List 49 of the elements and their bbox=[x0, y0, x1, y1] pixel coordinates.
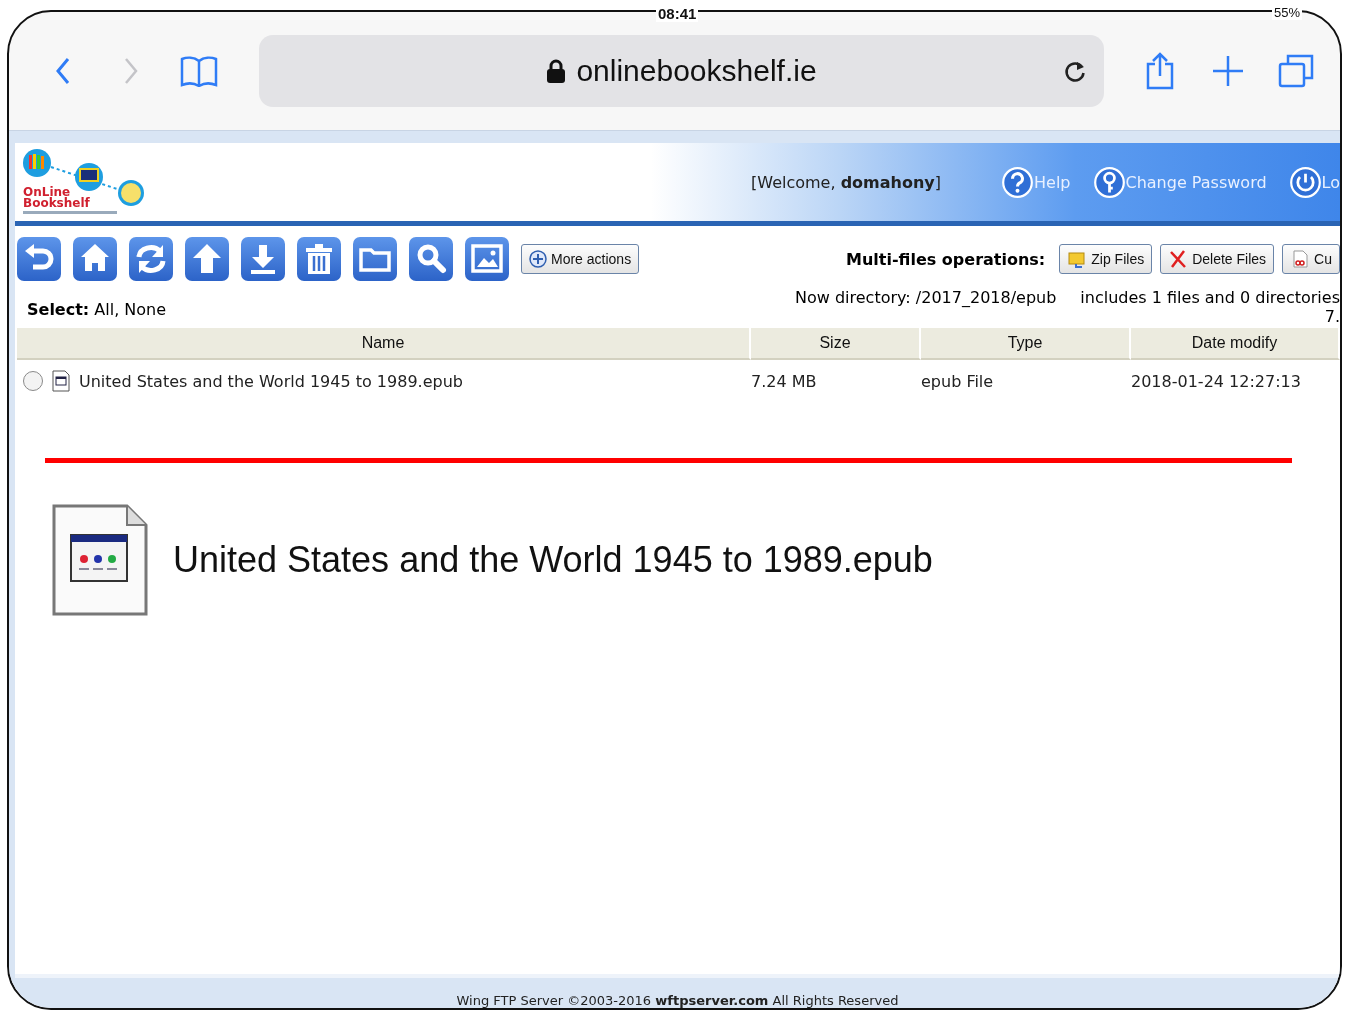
image-tool-button[interactable] bbox=[465, 237, 509, 281]
add-icon[interactable] bbox=[1212, 55, 1244, 87]
file-type: epub File bbox=[921, 370, 995, 393]
battery-percentage: 55% bbox=[1272, 5, 1303, 20]
tabs-icon[interactable] bbox=[1278, 54, 1314, 88]
column-header[interactable]: Date modify bbox=[1131, 328, 1340, 360]
file-icon bbox=[51, 370, 71, 392]
help-icon bbox=[1001, 165, 1034, 199]
column-header[interactable]: Type bbox=[921, 328, 1131, 360]
download-tool-button[interactable] bbox=[241, 237, 285, 281]
logo-text: OnLine Bookshelf bbox=[23, 187, 90, 209]
file-date: 2018-01-24 12:27:13 bbox=[1131, 370, 1302, 393]
welcome-text: [Welcome, domahony] bbox=[751, 172, 941, 192]
plus-icon bbox=[529, 250, 547, 268]
power-icon bbox=[1288, 165, 1322, 199]
upload-tool-button[interactable] bbox=[185, 237, 229, 281]
delete-tool-button[interactable] bbox=[297, 237, 341, 281]
footer-copyright: Wing FTP Server ©2003-2016 wftpserver.com All Rights Reserved bbox=[456, 993, 899, 1008]
folder-tool-button[interactable] bbox=[353, 237, 397, 281]
refresh-tool-button[interactable] bbox=[129, 237, 173, 281]
search-tool-button[interactable] bbox=[409, 237, 453, 281]
share-icon[interactable] bbox=[1145, 52, 1175, 90]
file-icon bbox=[51, 503, 149, 617]
url-text: onlinebookshelf.ie bbox=[576, 54, 817, 88]
multi-files-button[interactable]: Cu bbox=[1282, 244, 1340, 274]
file-size: 7.24 MB bbox=[751, 370, 818, 393]
directory-summary: includes 1 files and 0 directories bbox=[1080, 288, 1340, 307]
back-icon[interactable] bbox=[55, 57, 71, 85]
scissors-document-icon bbox=[1290, 249, 1311, 269]
multi-files-label: Multi-files operations: bbox=[846, 249, 1046, 269]
row-checkbox[interactable] bbox=[23, 371, 43, 391]
column-header[interactable]: Name bbox=[17, 328, 751, 360]
bookmarks-icon[interactable] bbox=[180, 55, 218, 87]
key-icon bbox=[1092, 165, 1126, 199]
home-tool-button[interactable] bbox=[73, 237, 117, 281]
multi-files-button[interactable]: Delete Files bbox=[1160, 244, 1275, 274]
folder-icon bbox=[1067, 249, 1088, 269]
back-tool-button[interactable] bbox=[17, 237, 61, 281]
address-bar[interactable]: onlinebookshelf.ie bbox=[259, 35, 1104, 107]
preview-file-name: United States and the World 1945 to 1989.epub bbox=[173, 539, 933, 581]
more-actions-button[interactable]: More actions bbox=[521, 244, 640, 274]
file-name[interactable]: United States and the World 1945 to 1989.epub bbox=[79, 371, 463, 391]
lock-icon bbox=[546, 58, 567, 84]
multi-files-button[interactable]: Zip Files bbox=[1059, 244, 1153, 274]
directory-size: 7. bbox=[1324, 307, 1340, 326]
cross-icon bbox=[1168, 249, 1189, 269]
column-header[interactable]: Size bbox=[751, 328, 921, 360]
current-directory: Now directory: /2017_2018/epub bbox=[795, 288, 1057, 307]
select-links[interactable]: Select: All, None bbox=[27, 300, 167, 326]
